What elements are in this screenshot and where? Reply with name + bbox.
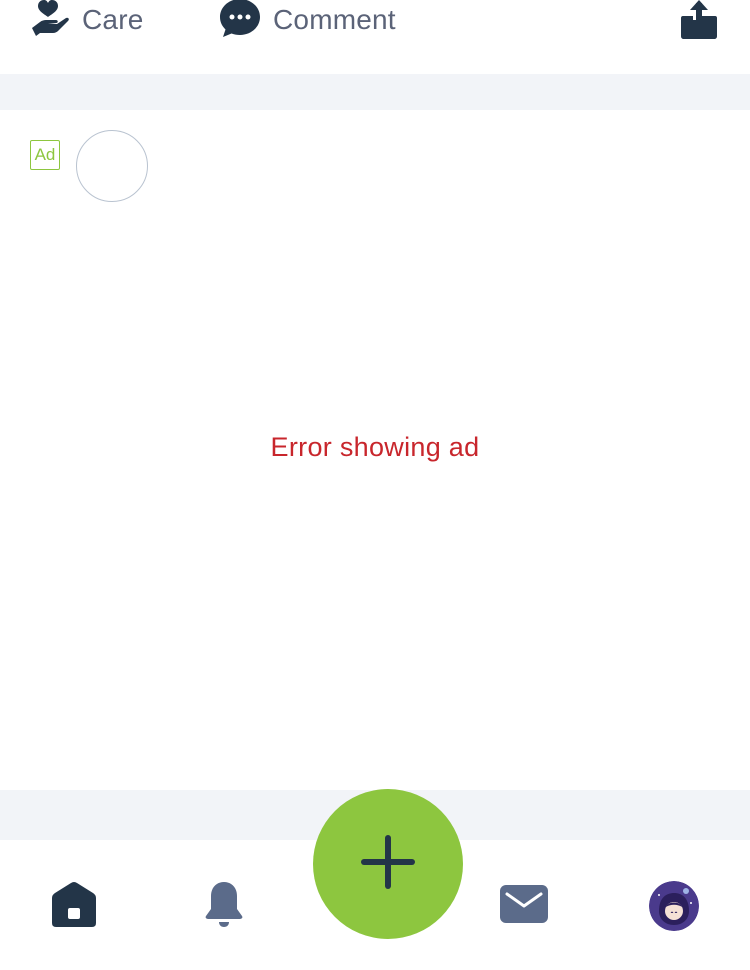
mail-icon xyxy=(499,884,549,929)
ad-badge: Ad xyxy=(30,140,60,170)
create-post-button[interactable] xyxy=(313,789,463,939)
home-icon xyxy=(49,880,99,933)
plus-icon xyxy=(360,834,416,895)
ad-card: Ad Error showing ad xyxy=(0,110,750,790)
nav-profile[interactable] xyxy=(648,880,700,932)
comment-button[interactable]: Comment xyxy=(219,0,396,40)
nav-home[interactable] xyxy=(48,880,100,932)
ad-advertiser-avatar xyxy=(76,130,148,202)
section-separator xyxy=(0,74,750,110)
comment-label: Comment xyxy=(273,4,396,35)
share-button[interactable] xyxy=(680,0,718,42)
nav-messages[interactable] xyxy=(498,880,550,932)
care-button[interactable]: Care xyxy=(30,0,144,40)
share-icon xyxy=(680,0,718,46)
ad-error-message: Error showing ad xyxy=(270,432,480,462)
nav-notifications[interactable] xyxy=(198,880,250,932)
profile-avatar xyxy=(649,881,699,931)
comment-bubble-icon xyxy=(219,0,261,44)
care-label: Care xyxy=(82,4,144,35)
bell-icon xyxy=(203,879,245,934)
post-action-bar: Care Comment xyxy=(0,0,750,74)
care-hand-heart-icon xyxy=(30,0,70,43)
